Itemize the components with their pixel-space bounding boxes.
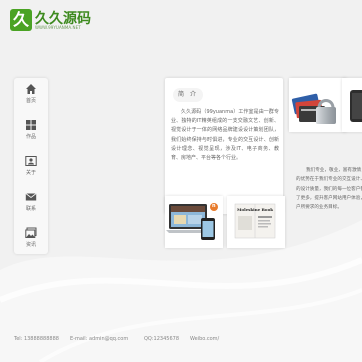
nav-item-about[interactable]: 关于 (14, 150, 48, 184)
book-label: Moleskine Book (237, 207, 274, 212)
footer-tel: Tel: 13888888888 (14, 336, 59, 342)
footer: Tel: 13888888888 E-mail: admin@qq.com QQ… (14, 336, 354, 346)
intro-title: 简 介 (173, 88, 203, 102)
logo-mark: 久 (10, 9, 32, 31)
nav-item-contact[interactable]: 联系 (14, 186, 48, 220)
nav-label-about: 关于 (25, 170, 36, 176)
intro-card: 简 介 久久源码（99yuanma）工作室是由一群专业、独特的IT精英组成的一支… (165, 78, 283, 214)
home-icon (26, 84, 36, 94)
portfolio-card-responsive[interactable]: n (165, 196, 223, 248)
person-card-icon (25, 156, 37, 166)
device-image (342, 78, 362, 132)
portfolio-card-device[interactable] (342, 78, 362, 132)
laptop-badge: n (212, 203, 216, 209)
nav-label-home: 首页 (25, 98, 36, 104)
nav-label-contact: 联系 (25, 206, 36, 212)
site-logo[interactable]: 久 久久源码 WWW.99YUANMA.NET (10, 8, 100, 34)
sidebar-nav: 首页 作品 关于 联系 资讯 (14, 78, 48, 254)
nav-label-news: 资讯 (25, 242, 36, 248)
book-image (227, 196, 285, 248)
envelope-icon (25, 193, 37, 201)
advantages-text: 我们专业，敬业，富有激情；我们的优势在于我们专业的交互设计、商业的设计质量，我们… (296, 168, 362, 211)
logo-subtitle: WWW.99YUANMA.NET (35, 25, 81, 30)
footer-qq: QQ:12345678 (144, 336, 180, 342)
portfolio-card-security[interactable] (289, 78, 347, 132)
grid-icon (26, 120, 36, 130)
portfolio-card-book[interactable]: Moleskine Book (227, 196, 285, 248)
nav-item-home[interactable]: 首页 (14, 78, 48, 112)
image-icon (25, 227, 37, 238)
intro-text: 久久源码（99yuanma）工作室是由一群专业、独特的IT精英组成的一支交融文艺… (171, 109, 279, 162)
nav-label-works: 作品 (25, 134, 36, 140)
footer-weibo[interactable]: Weibo.com/ (190, 336, 219, 342)
footer-email[interactable]: E-mail: admin@qq.com (70, 336, 128, 342)
padlock-cards-image (289, 78, 347, 132)
nav-item-news[interactable]: 资讯 (14, 222, 48, 256)
nav-item-works[interactable]: 作品 (14, 114, 48, 148)
